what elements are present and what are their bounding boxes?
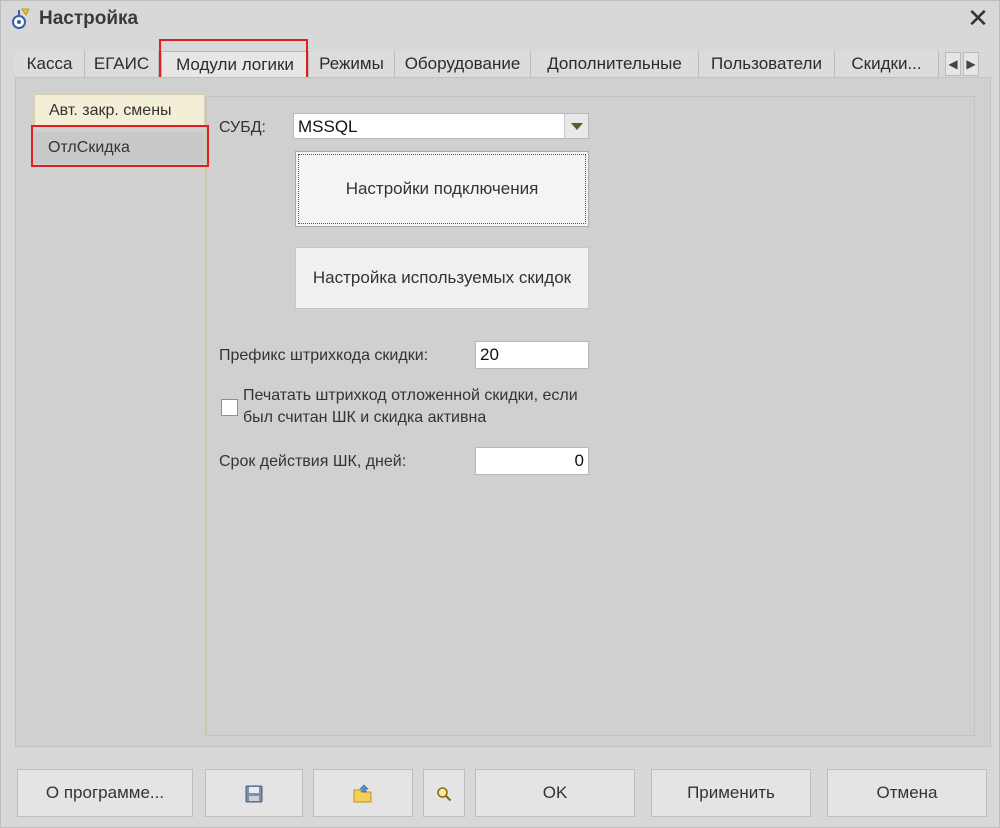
tab-scroll-right-icon[interactable]: ▶ bbox=[963, 52, 979, 76]
validity-label: Срок действия ШК, дней: bbox=[219, 453, 407, 470]
print-barcode-label-line1: Печатать штрихкод отложенной скидки, есл… bbox=[243, 387, 578, 404]
prefix-label: Префикс штрихкода скидки: bbox=[219, 347, 429, 364]
ok-button[interactable]: OK bbox=[475, 769, 635, 817]
subpage-list: Авт. закр. смены ОтлСкидка bbox=[16, 78, 208, 746]
tab-scroll-left-icon[interactable]: ◀ bbox=[945, 52, 961, 76]
dbms-select-value: MSSQL bbox=[298, 117, 358, 136]
tab-egais[interactable]: ЕГАИС bbox=[85, 51, 159, 77]
prefix-input[interactable]: 20 bbox=[475, 341, 589, 369]
tab-additional[interactable]: Дополнительные bbox=[531, 51, 699, 77]
window-title: Настройка bbox=[39, 8, 139, 29]
search-button[interactable] bbox=[423, 769, 465, 817]
close-button[interactable]: ✕ bbox=[965, 5, 991, 31]
settings-app-icon bbox=[12, 8, 30, 29]
magnifier-icon bbox=[437, 786, 452, 801]
title-bar: Настройка ✕ bbox=[1, 1, 1000, 37]
about-button[interactable]: О программе... bbox=[17, 769, 193, 817]
tab-kassa[interactable]: Касса bbox=[15, 51, 85, 77]
subpage-content: СУБД: MSSQL Настройки подключения Настро… bbox=[205, 96, 975, 736]
subpage-deferred-discount[interactable]: ОтлСкидка bbox=[34, 132, 204, 164]
discount-settings-button[interactable]: Настройка используемых скидок bbox=[295, 247, 589, 309]
tab-panel: Авт. закр. смены ОтлСкидка СУБД: MSSQL Н… bbox=[15, 77, 991, 747]
apply-button[interactable]: Применить bbox=[651, 769, 811, 817]
tab-discounts[interactable]: Скидки... bbox=[835, 51, 939, 77]
settings-window: Настройка ✕ Касса ЕГАИС Модули логики Ре… bbox=[0, 0, 1000, 828]
tab-users[interactable]: Пользователи bbox=[699, 51, 835, 77]
dbms-select[interactable]: MSSQL bbox=[293, 113, 589, 139]
folder-open-icon bbox=[353, 784, 372, 803]
cancel-button[interactable]: Отмена bbox=[827, 769, 987, 817]
open-button[interactable] bbox=[313, 769, 413, 817]
tab-strip: Касса ЕГАИС Модули логики Режимы Оборудо… bbox=[15, 51, 991, 79]
chevron-down-icon[interactable] bbox=[564, 114, 588, 138]
tab-equipment[interactable]: Оборудование bbox=[395, 51, 531, 77]
validity-days-input[interactable]: 0 bbox=[475, 447, 589, 475]
subpage-auto-close-shift[interactable]: Авт. закр. смены bbox=[34, 94, 204, 126]
tab-modes[interactable]: Режимы bbox=[309, 51, 395, 77]
connection-settings-button[interactable]: Настройки подключения bbox=[295, 151, 589, 227]
floppy-disk-icon bbox=[245, 785, 263, 803]
tab-logic-modules[interactable]: Модули логики bbox=[161, 51, 309, 79]
dbms-label: СУБД: bbox=[219, 119, 266, 136]
save-button[interactable] bbox=[205, 769, 303, 817]
print-barcode-label-line2: был считан ШК и скидка активна bbox=[243, 409, 487, 426]
print-barcode-checkbox[interactable] bbox=[221, 399, 238, 416]
